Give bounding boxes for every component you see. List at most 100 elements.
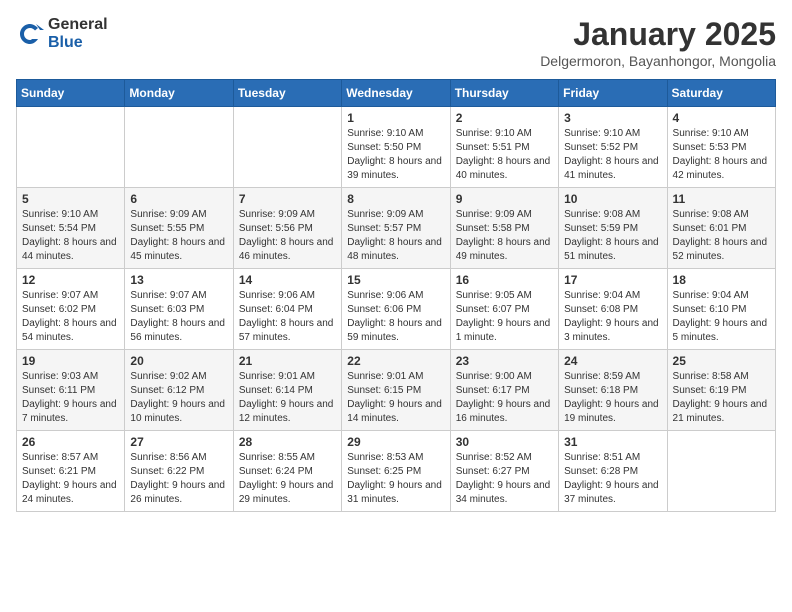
day-number: 7	[239, 192, 336, 206]
calendar-cell	[17, 107, 125, 188]
calendar-cell	[233, 107, 341, 188]
calendar-week-row: 1 Sunrise: 9:10 AM Sunset: 5:50 PM Daylig…	[17, 107, 776, 188]
day-number: 30	[456, 435, 553, 449]
day-info: Sunrise: 9:09 AM Sunset: 5:56 PM Dayligh…	[239, 208, 336, 264]
calendar-table: SundayMondayTuesdayWednesdayThursdayFrid…	[16, 79, 776, 512]
calendar-cell	[667, 431, 775, 512]
day-info: Sunrise: 9:06 AM Sunset: 6:06 PM Dayligh…	[347, 289, 444, 345]
calendar-cell: 18 Sunrise: 9:04 AM Sunset: 6:10 PM Dayli…	[667, 269, 775, 350]
calendar-cell: 20 Sunrise: 9:02 AM Sunset: 6:12 PM Dayli…	[125, 350, 233, 431]
calendar-cell: 31 Sunrise: 8:51 AM Sunset: 6:28 PM Dayli…	[559, 431, 667, 512]
calendar-cell: 30 Sunrise: 8:52 AM Sunset: 6:27 PM Dayli…	[450, 431, 558, 512]
day-number: 2	[456, 111, 553, 125]
day-info: Sunrise: 9:08 AM Sunset: 6:01 PM Dayligh…	[673, 208, 770, 264]
day-number: 26	[22, 435, 119, 449]
logo-general-text: General	[48, 16, 108, 34]
day-info: Sunrise: 9:10 AM Sunset: 5:51 PM Dayligh…	[456, 127, 553, 183]
day-info: Sunrise: 9:06 AM Sunset: 6:04 PM Dayligh…	[239, 289, 336, 345]
weekday-header-row: SundayMondayTuesdayWednesdayThursdayFrid…	[17, 80, 776, 107]
calendar-cell: 1 Sunrise: 9:10 AM Sunset: 5:50 PM Daylig…	[342, 107, 450, 188]
day-number: 13	[130, 273, 227, 287]
logo-text: General Blue	[48, 16, 108, 51]
calendar-cell: 3 Sunrise: 9:10 AM Sunset: 5:52 PM Daylig…	[559, 107, 667, 188]
calendar-cell: 14Sunrise: 9:06 AM Sunset: 6:04 PM Dayli…	[233, 269, 341, 350]
day-number: 17	[564, 273, 661, 287]
day-number: 1	[347, 111, 444, 125]
calendar-cell: 8Sunrise: 9:09 AM Sunset: 5:57 PM Daylig…	[342, 188, 450, 269]
day-info: Sunrise: 8:51 AM Sunset: 6:28 PM Dayligh…	[564, 451, 661, 507]
day-info: Sunrise: 8:57 AM Sunset: 6:21 PM Dayligh…	[22, 451, 119, 507]
calendar-cell: 2 Sunrise: 9:10 AM Sunset: 5:51 PM Daylig…	[450, 107, 558, 188]
calendar-cell: 21 Sunrise: 9:01 AM Sunset: 6:14 PM Dayli…	[233, 350, 341, 431]
day-info: Sunrise: 9:02 AM Sunset: 6:12 PM Dayligh…	[130, 370, 227, 426]
day-number: 5	[22, 192, 119, 206]
day-info: Sunrise: 8:53 AM Sunset: 6:25 PM Dayligh…	[347, 451, 444, 507]
calendar-cell: 7 Sunrise: 9:09 AM Sunset: 5:56 PM Daylig…	[233, 188, 341, 269]
calendar-cell: 23 Sunrise: 9:00 AM Sunset: 6:17 PM Dayli…	[450, 350, 558, 431]
day-info: Sunrise: 8:52 AM Sunset: 6:27 PM Dayligh…	[456, 451, 553, 507]
day-number: 21	[239, 354, 336, 368]
weekday-header: Friday	[559, 80, 667, 107]
calendar-cell: 11Sunrise: 9:08 AM Sunset: 6:01 PM Dayli…	[667, 188, 775, 269]
day-number: 25	[673, 354, 770, 368]
calendar-cell: 26 Sunrise: 8:57 AM Sunset: 6:21 PM Dayli…	[17, 431, 125, 512]
calendar-week-row: 12 Sunrise: 9:07 AM Sunset: 6:02 PM Dayli…	[17, 269, 776, 350]
logo: General Blue	[16, 16, 108, 51]
calendar-cell: 27Sunrise: 8:56 AM Sunset: 6:22 PM Dayli…	[125, 431, 233, 512]
day-number: 6	[130, 192, 227, 206]
day-info: Sunrise: 9:04 AM Sunset: 6:10 PM Dayligh…	[673, 289, 770, 345]
day-number: 8	[347, 192, 444, 206]
day-info: Sunrise: 9:07 AM Sunset: 6:03 PM Dayligh…	[130, 289, 227, 345]
calendar-cell	[125, 107, 233, 188]
day-number: 19	[22, 354, 119, 368]
location-text: Delgermoron, Bayanhongor, Mongolia	[540, 53, 776, 69]
calendar-cell: 25 Sunrise: 8:58 AM Sunset: 6:19 PM Dayli…	[667, 350, 775, 431]
month-title: January 2025	[540, 16, 776, 53]
day-number: 12	[22, 273, 119, 287]
logo-icon	[16, 20, 44, 48]
day-info: Sunrise: 9:10 AM Sunset: 5:52 PM Dayligh…	[564, 127, 661, 183]
calendar-cell: 28 Sunrise: 8:55 AM Sunset: 6:24 PM Dayli…	[233, 431, 341, 512]
calendar-cell: 17 Sunrise: 9:04 AM Sunset: 6:08 PM Dayli…	[559, 269, 667, 350]
calendar-cell: 9Sunrise: 9:09 AM Sunset: 5:58 PM Daylig…	[450, 188, 558, 269]
day-number: 3	[564, 111, 661, 125]
day-info: Sunrise: 9:01 AM Sunset: 6:14 PM Dayligh…	[239, 370, 336, 426]
day-info: Sunrise: 8:58 AM Sunset: 6:19 PM Dayligh…	[673, 370, 770, 426]
calendar-cell: 5 Sunrise: 9:10 AM Sunset: 5:54 PM Daylig…	[17, 188, 125, 269]
weekday-header: Tuesday	[233, 80, 341, 107]
day-info: Sunrise: 9:00 AM Sunset: 6:17 PM Dayligh…	[456, 370, 553, 426]
calendar-week-row: 26 Sunrise: 8:57 AM Sunset: 6:21 PM Dayli…	[17, 431, 776, 512]
calendar-cell: 12 Sunrise: 9:07 AM Sunset: 6:02 PM Dayli…	[17, 269, 125, 350]
calendar-cell: 6Sunrise: 9:09 AM Sunset: 5:55 PM Daylig…	[125, 188, 233, 269]
calendar-cell: 15 Sunrise: 9:06 AM Sunset: 6:06 PM Dayli…	[342, 269, 450, 350]
day-number: 29	[347, 435, 444, 449]
calendar-cell: 10Sunrise: 9:08 AM Sunset: 5:59 PM Dayli…	[559, 188, 667, 269]
calendar-cell: 29 Sunrise: 8:53 AM Sunset: 6:25 PM Dayli…	[342, 431, 450, 512]
day-info: Sunrise: 8:55 AM Sunset: 6:24 PM Dayligh…	[239, 451, 336, 507]
day-number: 16	[456, 273, 553, 287]
day-number: 22	[347, 354, 444, 368]
day-number: 15	[347, 273, 444, 287]
calendar-cell: 13 Sunrise: 9:07 AM Sunset: 6:03 PM Dayli…	[125, 269, 233, 350]
weekday-header: Monday	[125, 80, 233, 107]
day-number: 18	[673, 273, 770, 287]
day-number: 23	[456, 354, 553, 368]
title-section: January 2025 Delgermoron, Bayanhongor, M…	[540, 16, 776, 69]
calendar-cell: 4Sunrise: 9:10 AM Sunset: 5:53 PM Daylig…	[667, 107, 775, 188]
calendar-cell: 22 Sunrise: 9:01 AM Sunset: 6:15 PM Dayli…	[342, 350, 450, 431]
day-number: 28	[239, 435, 336, 449]
day-info: Sunrise: 9:07 AM Sunset: 6:02 PM Dayligh…	[22, 289, 119, 345]
day-info: Sunrise: 9:10 AM Sunset: 5:50 PM Dayligh…	[347, 127, 444, 183]
day-number: 31	[564, 435, 661, 449]
calendar-cell: 19Sunrise: 9:03 AM Sunset: 6:11 PM Dayli…	[17, 350, 125, 431]
day-info: Sunrise: 9:01 AM Sunset: 6:15 PM Dayligh…	[347, 370, 444, 426]
day-info: Sunrise: 9:08 AM Sunset: 5:59 PM Dayligh…	[564, 208, 661, 264]
day-number: 9	[456, 192, 553, 206]
day-number: 27	[130, 435, 227, 449]
day-info: Sunrise: 9:04 AM Sunset: 6:08 PM Dayligh…	[564, 289, 661, 345]
weekday-header: Saturday	[667, 80, 775, 107]
day-info: Sunrise: 9:10 AM Sunset: 5:54 PM Dayligh…	[22, 208, 119, 264]
day-number: 4	[673, 111, 770, 125]
day-info: Sunrise: 8:59 AM Sunset: 6:18 PM Dayligh…	[564, 370, 661, 426]
day-number: 20	[130, 354, 227, 368]
